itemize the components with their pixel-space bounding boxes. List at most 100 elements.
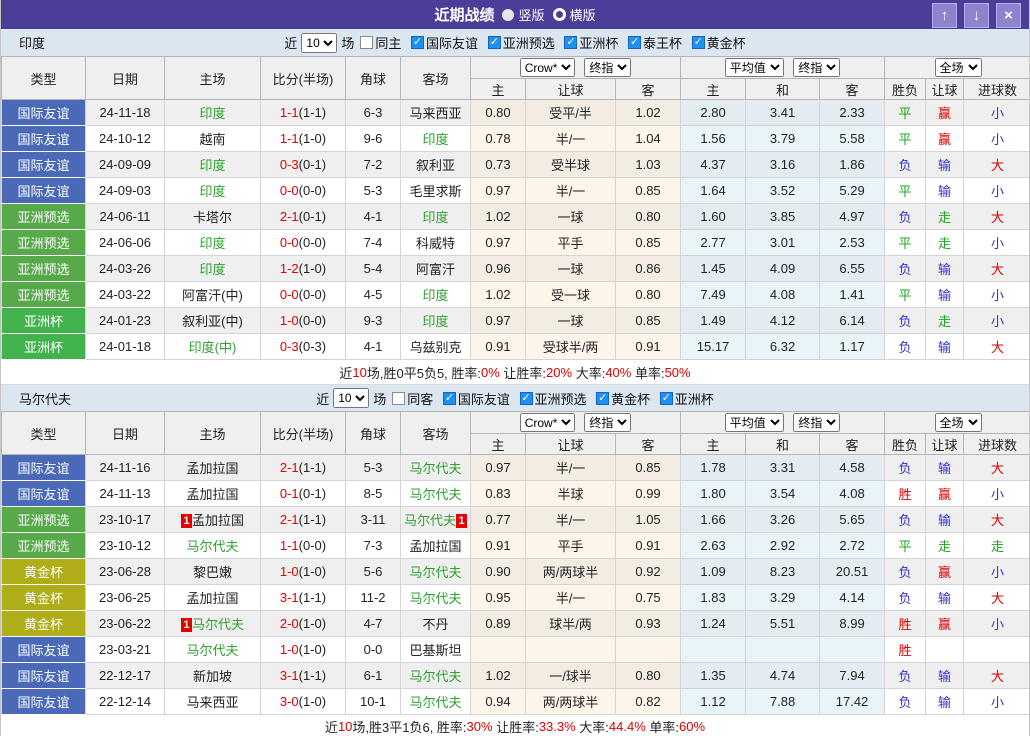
match-row: 亚洲杯 24-01-23 叙利亚(中) 1-0(0-0) 9-3 印度 0.97… xyxy=(2,308,1030,334)
checkbox-icon[interactable] xyxy=(360,36,373,49)
layout-radio-vertical[interactable]: 竖版 xyxy=(502,5,544,24)
match-count-select[interactable]: 10 xyxy=(301,33,337,53)
result-handicap: 赢 xyxy=(926,100,964,126)
halftime-score: (1-1) xyxy=(299,460,326,475)
avg-draw: 3.31 xyxy=(746,455,820,481)
avg-group-header: 平均值 终指 xyxy=(681,412,885,434)
scope-select[interactable]: 全场 xyxy=(935,58,982,77)
radio-selected-icon[interactable] xyxy=(502,9,514,21)
corner-score: 4-1 xyxy=(346,204,401,230)
result-full: 负 xyxy=(885,334,926,360)
odds-away: 1.04 xyxy=(616,126,681,152)
competition-checkbox[interactable]: 亚洲杯 xyxy=(660,389,714,408)
halftime-score: (0-0) xyxy=(299,538,326,553)
radio-unselected-icon[interactable] xyxy=(553,8,566,21)
checkbox-icon[interactable] xyxy=(411,36,424,49)
checkbox-icon[interactable] xyxy=(564,36,577,49)
avg-away xyxy=(820,637,885,663)
result-full: 负 xyxy=(885,455,926,481)
fulltime-score: 1-1 xyxy=(280,538,299,553)
checkbox-label: 黄金杯 xyxy=(707,33,746,52)
checkbox-label: 同客 xyxy=(407,389,433,408)
match-date: 24-06-11 xyxy=(86,204,165,230)
checkbox-icon[interactable] xyxy=(660,392,673,405)
handicap-line: 半/一 xyxy=(526,178,616,204)
away-team: 马尔代夫 xyxy=(401,481,471,507)
avg-home: 1.49 xyxy=(681,308,746,334)
bookmaker-select[interactable]: Crow* xyxy=(520,413,575,432)
corner-score: 7-3 xyxy=(346,533,401,559)
odds-away: 0.85 xyxy=(616,308,681,334)
summary-segment: 50% xyxy=(665,365,691,380)
bookmaker-select[interactable]: Crow* xyxy=(520,58,575,77)
final-euro-select[interactable]: 终指 xyxy=(793,413,840,432)
checkbox-icon[interactable] xyxy=(520,392,533,405)
avg-draw: 3.54 xyxy=(746,481,820,507)
handicap-line: 两/两球半 xyxy=(526,689,616,715)
checkbox-icon[interactable] xyxy=(628,36,641,49)
summary-segment: 让胜率: xyxy=(500,363,546,382)
halftime-score: (1-0) xyxy=(299,131,326,146)
odds-home: 0.90 xyxy=(471,559,526,585)
average-select[interactable]: 平均值 xyxy=(725,413,784,432)
final-odds-select[interactable]: 终指 xyxy=(584,58,631,77)
average-select[interactable]: 平均值 xyxy=(725,58,784,77)
match-date: 24-11-18 xyxy=(86,100,165,126)
corner-score: 6-1 xyxy=(346,663,401,689)
avg-away: 1.41 xyxy=(820,282,885,308)
competition-checkbox[interactable]: 黄金杯 xyxy=(596,389,650,408)
handicap-line: 受球半/两 xyxy=(526,334,616,360)
avg-away: 4.58 xyxy=(820,455,885,481)
checkbox-icon[interactable] xyxy=(488,36,501,49)
score: 2-1(1-1) xyxy=(261,455,346,481)
result-handicap: 输 xyxy=(926,256,964,282)
away-team-name: 科威特 xyxy=(416,236,455,251)
halftime-score: (1-0) xyxy=(299,616,326,631)
home-team: 印度(中) xyxy=(165,334,261,360)
competition-checkbox[interactable]: 泰王杯 xyxy=(628,33,682,52)
result-handicap: 输 xyxy=(926,507,964,533)
competition-checkbox[interactable]: 亚洲预选 xyxy=(520,389,587,408)
move-up-button[interactable]: ↑ xyxy=(932,3,957,28)
competition-checkbox[interactable]: 国际友谊 xyxy=(443,389,510,408)
fulltime-score: 0-3 xyxy=(280,157,299,172)
away-team-name: 马来西亚 xyxy=(409,106,461,121)
final-euro-select[interactable]: 终指 xyxy=(793,58,840,77)
result-handicap: 输 xyxy=(926,334,964,360)
avg-away: 6.55 xyxy=(820,256,885,282)
close-button[interactable]: × xyxy=(996,3,1021,28)
subcol-result: 胜负 xyxy=(885,79,926,100)
score: 0-3(0-3) xyxy=(261,334,346,360)
competition-checkbox[interactable]: 国际友谊 xyxy=(411,33,478,52)
odds-away: 0.85 xyxy=(616,455,681,481)
match-date: 23-03-21 xyxy=(86,637,165,663)
score: 2-0(1-0) xyxy=(261,611,346,637)
layout-radio-horizontal[interactable]: 横版 xyxy=(553,5,596,24)
result-full: 平 xyxy=(885,100,926,126)
away-team-name: 乌兹别克 xyxy=(409,340,461,355)
avg-home: 1.24 xyxy=(681,611,746,637)
match-count-select[interactable]: 10 xyxy=(333,388,369,408)
checkbox-icon[interactable] xyxy=(596,392,609,405)
result-handicap xyxy=(926,637,964,663)
handicap-line: 平手 xyxy=(526,230,616,256)
scope-select[interactable]: 全场 xyxy=(935,413,982,432)
odds-home: 0.95 xyxy=(471,585,526,611)
competition-checkbox[interactable]: 同客 xyxy=(392,389,433,408)
avg-draw: 4.12 xyxy=(746,308,820,334)
competition-checkbox[interactable]: 亚洲预选 xyxy=(488,33,555,52)
competition-checkbox[interactable]: 同主 xyxy=(360,33,401,52)
away-team: 印度 xyxy=(401,308,471,334)
checkbox-icon[interactable] xyxy=(392,392,405,405)
move-down-button[interactable]: ↓ xyxy=(964,3,989,28)
avg-away: 5.29 xyxy=(820,178,885,204)
competition-checkbox[interactable]: 亚洲杯 xyxy=(564,33,618,52)
competition-checkbox[interactable]: 黄金杯 xyxy=(692,33,746,52)
match-row: 国际友谊 24-10-12 越南 1-1(1-0) 9-6 印度 0.78 半/… xyxy=(2,126,1030,152)
final-odds-select[interactable]: 终指 xyxy=(584,413,631,432)
window-title: 近期战绩 xyxy=(434,4,494,25)
score: 3-1(1-1) xyxy=(261,663,346,689)
checkbox-icon[interactable] xyxy=(692,36,705,49)
checkbox-icon[interactable] xyxy=(443,392,456,405)
home-team-name: 孟加拉国 xyxy=(186,487,238,502)
